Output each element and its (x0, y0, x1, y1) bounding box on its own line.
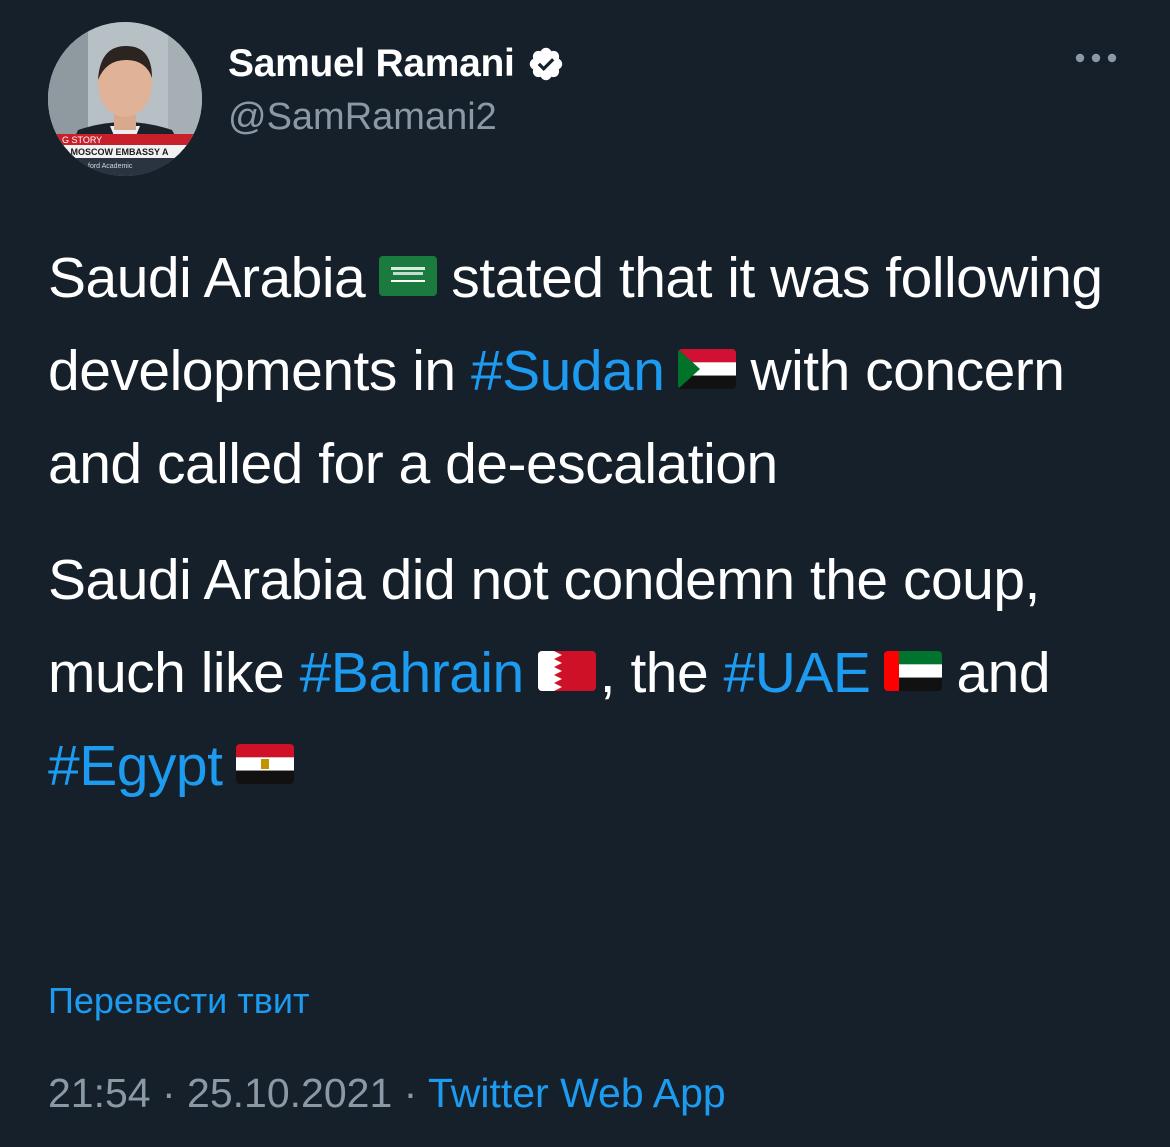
verified-badge-icon (527, 45, 565, 83)
text-segment: , the (599, 641, 709, 705)
name-row: Samuel Ramani (228, 40, 565, 88)
text-segment: and (956, 641, 1051, 705)
avatar-image: G STORY S MOSCOW EMBASSY A ford Academic (48, 22, 202, 176)
tweet-source-link[interactable]: Twitter Web App (428, 1070, 726, 1116)
display-name[interactable]: Samuel Ramani (228, 42, 515, 86)
more-horizontal-icon[interactable] (1074, 48, 1118, 68)
avatar-caption-2: S MOSCOW EMBASSY A (62, 147, 169, 157)
tweet-paragraph-1: Saudi Arabia stated that it was following… (48, 232, 1128, 511)
tweet-card: G STORY S MOSCOW EMBASSY A ford Academic… (0, 0, 1170, 1147)
user-handle[interactable]: @SamRamani2 (228, 96, 565, 139)
hashtag-uae-link[interactable]: #UAE (724, 641, 871, 705)
flag-egypt-icon (236, 743, 295, 784)
flag-uae-icon (884, 650, 943, 691)
flag-bahrain-icon (537, 650, 596, 691)
flag-saudi-arabia-icon (379, 255, 438, 296)
author-block: Samuel Ramani @SamRamani2 (228, 40, 565, 139)
avatar-caption-1: G STORY (62, 135, 102, 145)
translate-tweet-link[interactable]: Перевести твит (48, 980, 310, 1022)
hashtag-sudan-link[interactable]: #Sudan (471, 339, 665, 403)
flag-sudan-icon (678, 348, 737, 389)
tweet-meta: 21:54 · 25.10.2021 · Twitter Web App (48, 1070, 726, 1117)
meta-separator: · (150, 1070, 188, 1116)
meta-separator: · (392, 1070, 428, 1116)
tweet-paragraph-2: Saudi Arabia did not condemn the coup, m… (48, 534, 1128, 813)
avatar[interactable]: G STORY S MOSCOW EMBASSY A ford Academic (48, 22, 202, 176)
text-segment: Saudi Arabia (48, 246, 366, 310)
hashtag-egypt-link[interactable]: #Egypt (48, 734, 223, 798)
tweet-text: Saudi Arabia stated that it was following… (48, 232, 1128, 813)
tweet-time[interactable]: 21:54 (48, 1070, 151, 1116)
tweet-date[interactable]: 25.10.2021 (187, 1070, 392, 1116)
avatar-caption-3: ford Academic (88, 163, 133, 170)
hashtag-bahrain-link[interactable]: #Bahrain (300, 641, 525, 705)
